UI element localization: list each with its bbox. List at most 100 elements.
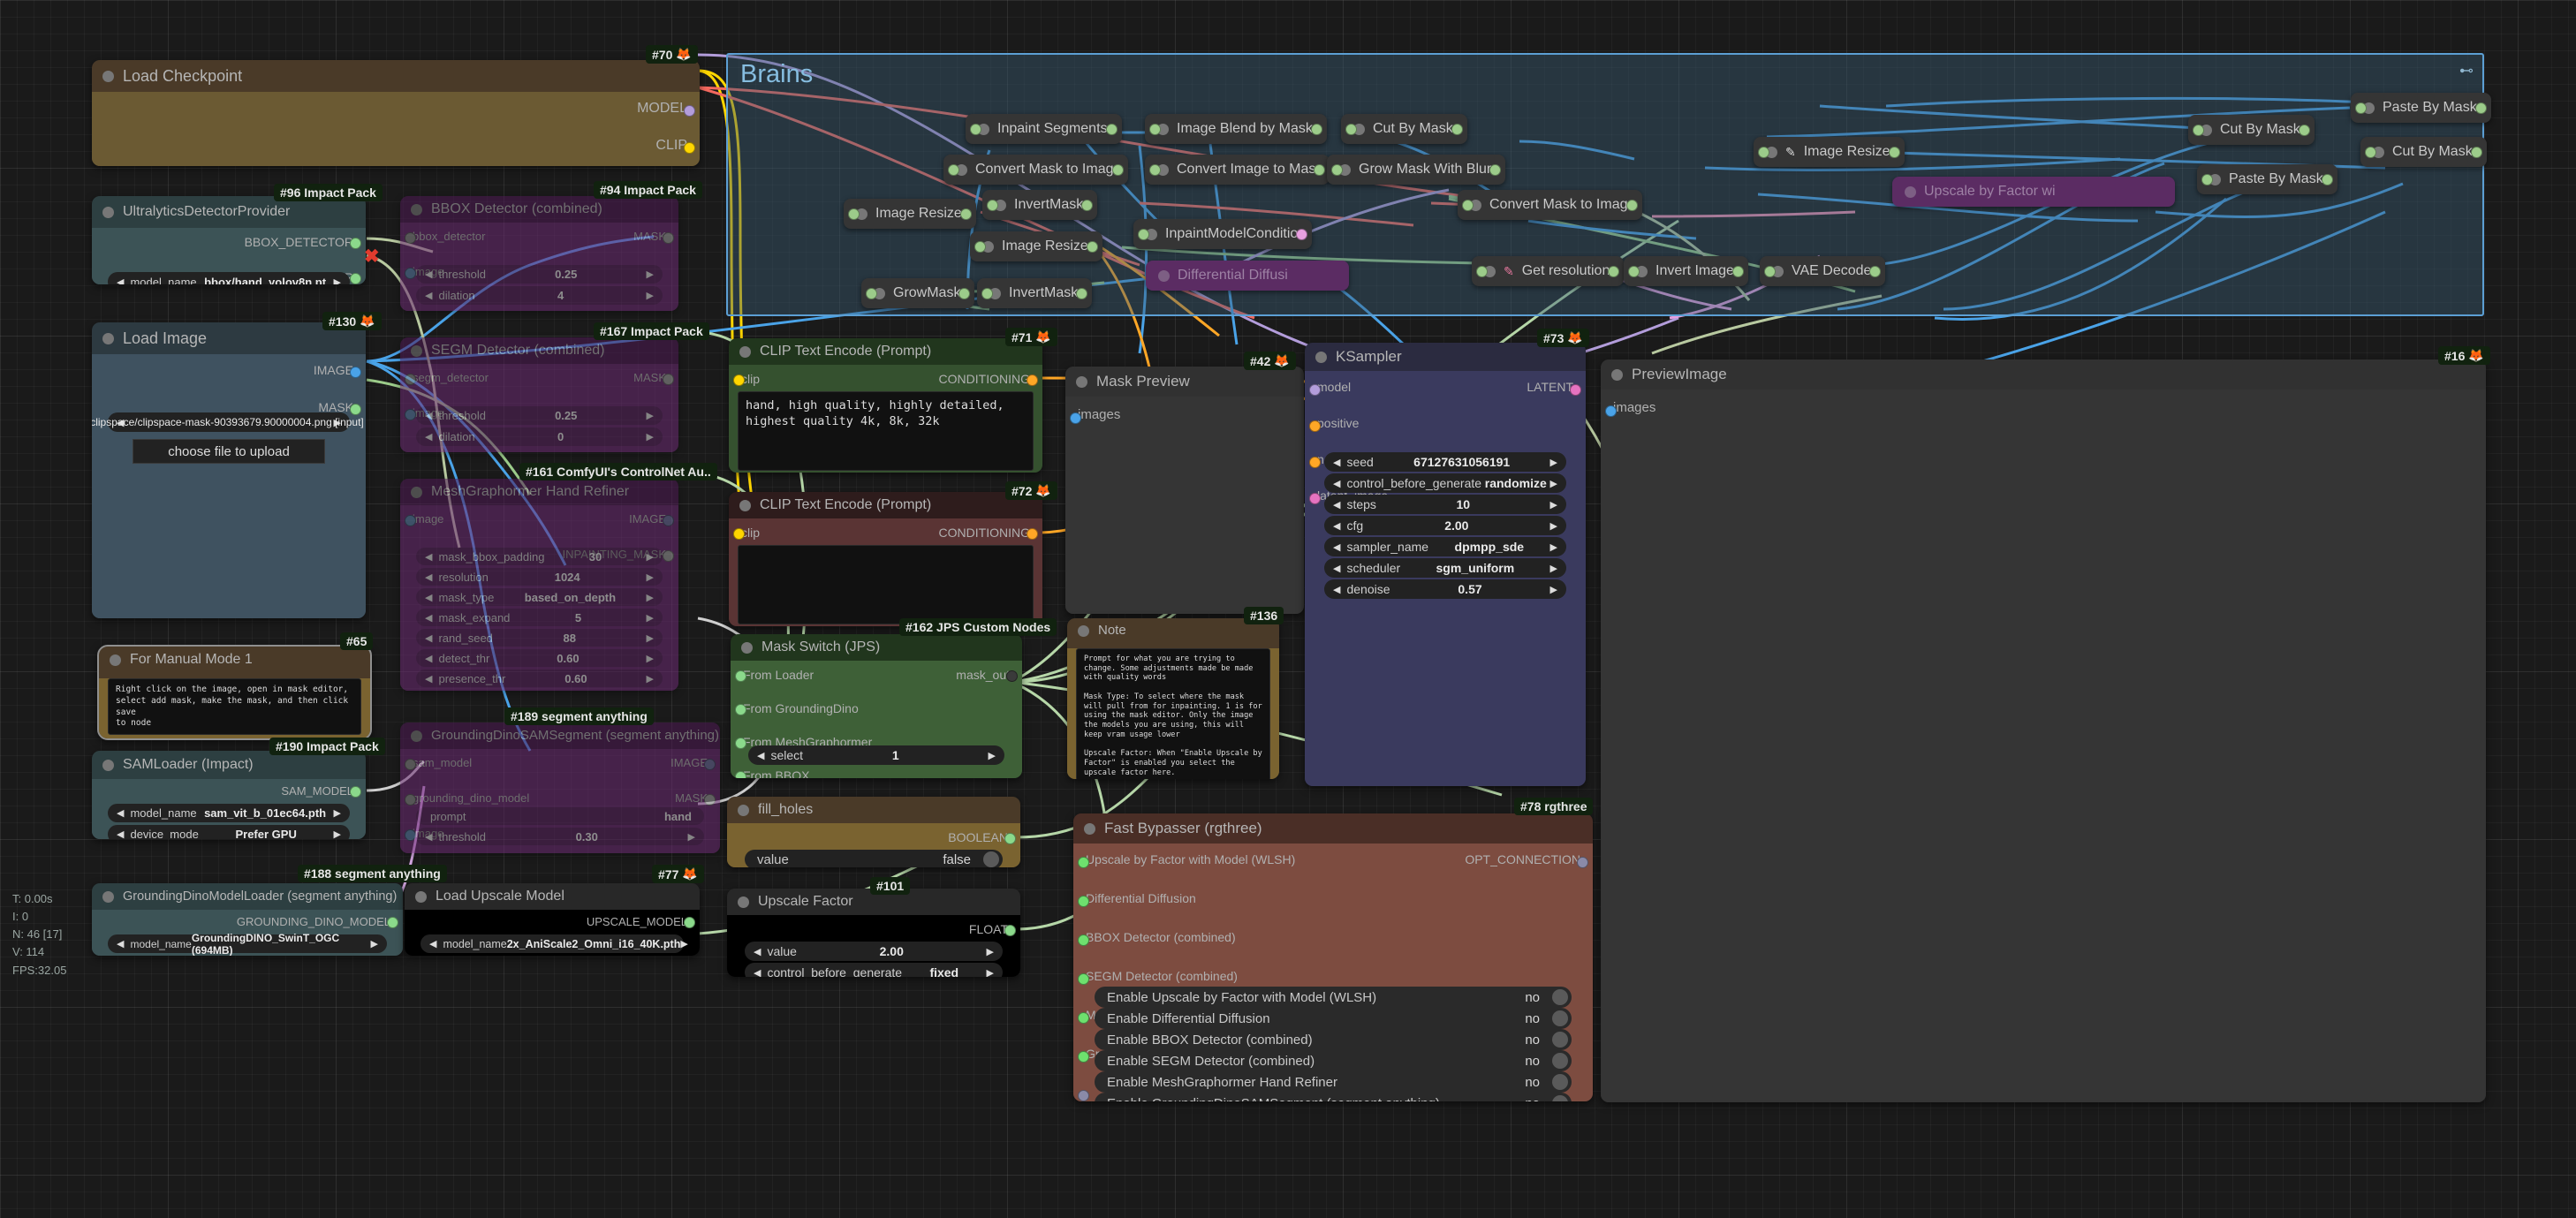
choose-file-button[interactable]: choose file to upload [133, 439, 325, 464]
io-slot[interactable]: From Loader mask_out [731, 664, 1022, 684]
input-pin-from-bbox[interactable] [735, 771, 746, 778]
collapse-dot-icon[interactable] [1158, 269, 1170, 282]
collapse-dot-icon[interactable] [102, 70, 114, 82]
toggle-enable-meshgraphormer[interactable]: Enable MeshGraphormer Hand Refiner no [1095, 1071, 1572, 1093]
chevron-right-icon[interactable]: ▶ [647, 592, 654, 603]
input-pin-image[interactable] [405, 515, 416, 526]
chevron-right-icon[interactable]: ▶ [647, 431, 654, 443]
chevron-left-icon[interactable]: ◀ [117, 276, 124, 285]
input-slot[interactable]: positive [1305, 412, 1586, 432]
input-pin[interactable] [1138, 229, 1149, 240]
toggle-enable-upscale[interactable]: Enable Upscale by Factor with Model (WLS… [1095, 987, 1572, 1008]
toggle-knob[interactable] [1552, 1095, 1568, 1101]
chevron-left-icon[interactable]: ◀ [429, 938, 436, 949]
node-title-bar[interactable]: GroundingDinoSAMSegment (segment anythin… [400, 722, 720, 749]
output-slot[interactable]: BOOLEAN [727, 827, 1020, 846]
input-pin[interactable] [1476, 266, 1488, 277]
output-pin[interactable] [1888, 147, 1900, 158]
chevron-left-icon[interactable]: ◀ [1333, 478, 1340, 489]
input-pin-segm-detector[interactable] [405, 374, 416, 385]
output-pin-bbox-detector[interactable] [350, 238, 361, 249]
widget-device-mode[interactable]: ◀ device_mode Prefer GPU ▶ [108, 825, 350, 839]
node-load-upscale-model[interactable]: Load Upscale Model UPSCALE_MODEL ◀ model_… [405, 883, 700, 956]
collapse-dot-icon[interactable] [102, 890, 114, 903]
collapse-dot-icon[interactable] [1076, 375, 1087, 388]
collapse-dot-icon[interactable] [110, 654, 121, 666]
output-slot[interactable]: MODEL [92, 97, 700, 117]
collapse-dot-icon[interactable] [415, 890, 427, 903]
node-upscale-factor[interactable]: Upscale Factor FLOAT ◀ value 2.00 ▶ ◀ contro… [727, 889, 1020, 977]
collapse-dot-icon[interactable] [738, 804, 749, 816]
output-pin-mask[interactable] [663, 232, 674, 244]
chevron-left-icon[interactable]: ◀ [117, 938, 124, 949]
input-pin[interactable] [948, 164, 959, 176]
chevron-right-icon[interactable]: ▶ [989, 750, 996, 761]
input-slot[interactable]: BBOX Detector (combined) [1073, 927, 1593, 946]
collapse-dot-icon[interactable] [739, 345, 751, 358]
input-pin-upscale-by-factor[interactable] [1078, 857, 1089, 868]
input-pin[interactable] [1331, 164, 1343, 176]
output-pin-dino-model[interactable] [387, 917, 398, 928]
node-fast-bypasser-rgthree[interactable]: Fast Bypasser (rgthree) Upscale by Facto… [1073, 813, 1593, 1101]
input-pin-image[interactable] [405, 829, 416, 841]
output-pin[interactable] [1105, 124, 1118, 135]
chevron-left-icon[interactable]: ◀ [425, 410, 432, 421]
chevron-left-icon[interactable]: ◀ [425, 571, 432, 583]
node-title-bar[interactable]: SEGM Detector (combined) [400, 337, 678, 364]
widget-mask-bbox-padding[interactable]: ◀ mask_bbox_padding 30 ▶ [416, 548, 663, 565]
chevron-left-icon[interactable]: ◀ [117, 807, 124, 819]
chevron-right-icon[interactable]: ▶ [334, 807, 341, 819]
collapsed-node-inpaintmodelconditio[interactable]: InpaintModelConditio [1133, 219, 1313, 249]
node-title-bar[interactable]: GroundingDinoModelLoader (segment anythi… [92, 883, 403, 910]
chevron-right-icon[interactable]: ▶ [1550, 457, 1557, 468]
io-slot[interactable]: Upscale by Factor with Model (WLSH) OPT_C… [1073, 849, 1593, 868]
node-samloader-impact[interactable]: SAMLoader (Impact) SAM_MODEL ◀ model_name… [92, 751, 366, 839]
io-slot[interactable]: bbox_detector MASK [400, 226, 678, 246]
collapse-dot-icon[interactable] [1315, 351, 1327, 363]
widget-seed[interactable]: ◀ seed 67127631056191 ▶ [1324, 452, 1566, 472]
note-textarea[interactable]: Prompt for what you are trying to change… [1076, 648, 1270, 779]
collapse-dot-icon[interactable] [102, 759, 114, 771]
output-pin[interactable] [1869, 266, 1882, 277]
output-pin[interactable] [2298, 125, 2310, 136]
node-title-bar[interactable]: For Manual Mode 1 [99, 647, 370, 673]
chevron-right-icon[interactable]: ▶ [647, 410, 654, 421]
collapsed-node-growmask[interactable]: GrowMask [861, 278, 975, 308]
collapse-dot-icon[interactable] [738, 896, 749, 908]
widget-denoise[interactable]: ◀ denoise 0.57 ▶ [1324, 579, 1566, 599]
widget-dilation[interactable]: ◀ dilation 4 ▶ [416, 286, 663, 305]
chevron-left-icon[interactable]: ◀ [425, 269, 432, 280]
toggle-knob[interactable] [1552, 1032, 1568, 1048]
collapse-dot-icon[interactable] [411, 344, 422, 357]
chevron-left-icon[interactable]: ◀ [425, 612, 432, 624]
collapsed-node-image-resize-3[interactable]: ✎ Image Resize [1754, 137, 1905, 167]
chevron-left-icon[interactable]: ◀ [754, 967, 761, 978]
chevron-right-icon[interactable]: ▶ [334, 276, 341, 285]
input-pin[interactable] [1345, 124, 1357, 135]
input-slot[interactable]: From GroundingDino [731, 698, 1022, 717]
output-pin-mask-out[interactable] [1006, 670, 1018, 682]
output-pin[interactable] [958, 288, 971, 299]
input-slot[interactable]: SEGM Detector (combined) [1073, 965, 1593, 985]
chevron-left-icon[interactable]: ◀ [425, 653, 432, 664]
toggle-enable-bbox-detector[interactable]: Enable BBOX Detector (combined) no [1095, 1029, 1572, 1050]
node-title-bar[interactable]: Fast Bypasser (rgthree) [1073, 813, 1593, 844]
input-pin[interactable] [1149, 124, 1161, 135]
output-pin-float[interactable] [1004, 925, 1016, 936]
node-meshgraphormer-hand-refiner[interactable]: MeshGraphormer Hand Refiner image IMAGE I… [400, 479, 678, 691]
input-pin-clip[interactable] [733, 374, 745, 386]
output-pin[interactable] [959, 208, 972, 220]
io-slot[interactable]: clip CONDITIONING [729, 522, 1042, 541]
node-preview-image[interactable]: PreviewImage images [1601, 359, 2486, 1102]
widget-image-path[interactable]: ◀ clipspace/clipspace-mask-90393679.9000… [92, 412, 364, 432]
output-pin[interactable] [1081, 200, 1094, 211]
node-graph-canvas[interactable]: Brains ⊷ #70 🦊 Load Checkpoint MODEL CLIP… [0, 0, 2576, 1218]
output-pin-mask[interactable] [704, 794, 716, 806]
node-mask-switch-jps[interactable]: Mask Switch (JPS) From Loader mask_out Fr… [731, 634, 1022, 778]
output-pin-image[interactable] [704, 759, 716, 770]
collapse-dot-icon[interactable] [1078, 624, 1089, 637]
output-slot[interactable]: SAM_MODEL [92, 781, 366, 800]
collapse-dot-icon[interactable] [411, 203, 422, 216]
widget-dino-model-name[interactable]: ◀ model_name GroundingDINO_SwinT_OGC (694… [108, 932, 387, 956]
widget-sampler-name[interactable]: ◀ sampler_name dpmpp_sde ▶ [1324, 537, 1566, 556]
